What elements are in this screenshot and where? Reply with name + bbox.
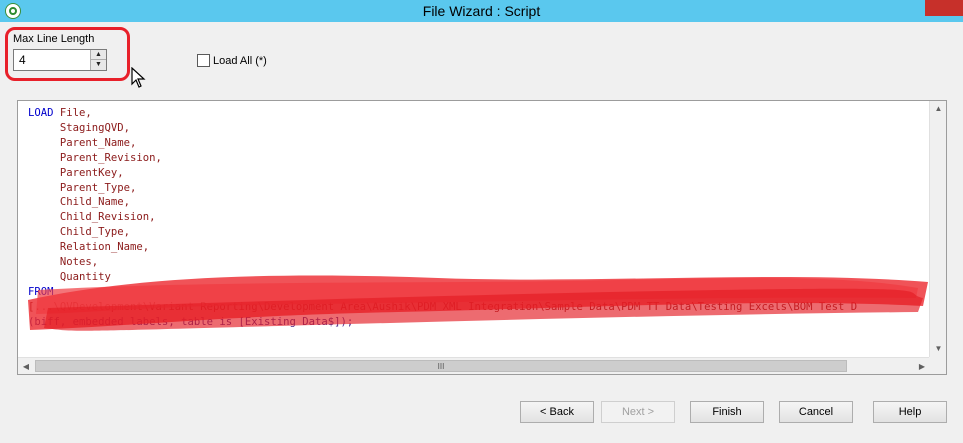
load-keyword: LOAD xyxy=(28,107,54,119)
horizontal-scroll-thumb[interactable]: III xyxy=(35,360,847,372)
finish-button[interactable]: Finish xyxy=(690,401,764,423)
script-field: Parent_Revision, xyxy=(59,151,162,164)
close-button[interactable] xyxy=(925,0,963,16)
from-keyword: FROM xyxy=(28,285,54,298)
script-field: Notes, xyxy=(59,256,99,269)
cancel-button[interactable]: Cancel xyxy=(779,401,853,423)
script-field: Relation_Name, xyxy=(59,241,150,254)
script-field: Parent_Type, xyxy=(59,181,137,194)
script-field: StagingQVD, xyxy=(59,121,131,134)
scroll-right-icon[interactable]: ▶ xyxy=(914,358,930,375)
annotation-circle xyxy=(5,27,130,81)
script-field: Quantity xyxy=(59,270,111,283)
script-field: Child_Revision, xyxy=(59,211,156,224)
scrollbar-corner xyxy=(929,357,946,374)
script-field: ParentKey, xyxy=(59,166,124,179)
window-title: File Wizard : Script xyxy=(422,3,541,19)
next-button[interactable]: Next > xyxy=(601,401,675,423)
back-button[interactable]: < Back xyxy=(520,401,594,423)
horizontal-scrollbar[interactable]: ◀ III ▶ xyxy=(18,357,930,374)
script-field: Parent_Name, xyxy=(59,136,137,149)
script-field: File, xyxy=(59,107,92,119)
scroll-down-icon[interactable]: ▼ xyxy=(930,341,947,357)
load-all-checkbox[interactable] xyxy=(197,54,210,67)
load-all-label: Load All (*) xyxy=(213,54,267,67)
title-bar: File Wizard : Script xyxy=(0,0,963,22)
help-button[interactable]: Help xyxy=(873,401,947,423)
script-editor[interactable]: LOAD File, StagingQVD, Parent_Name, Pare… xyxy=(17,100,947,375)
scroll-left-icon[interactable]: ◀ xyxy=(18,358,34,375)
vertical-scrollbar[interactable]: ▲ ▼ xyxy=(929,101,946,357)
mouse-pointer-icon xyxy=(131,67,146,88)
from-path: [...\QVDevelopment\Variant Reporting\Dev… xyxy=(28,300,858,313)
scroll-up-icon[interactable]: ▲ xyxy=(930,101,947,117)
script-field: Child_Name, xyxy=(59,196,131,209)
script-text[interactable]: LOAD File, StagingQVD, Parent_Name, Pare… xyxy=(28,106,857,330)
file-wizard-window: File Wizard : Script Max Line Length 4 ▲… xyxy=(0,0,963,443)
load-all-option[interactable]: Load All (*) xyxy=(197,54,267,67)
from-options: (biff, embedded labels, table is [Existi… xyxy=(28,315,354,328)
script-field: Child_Type, xyxy=(59,226,131,239)
